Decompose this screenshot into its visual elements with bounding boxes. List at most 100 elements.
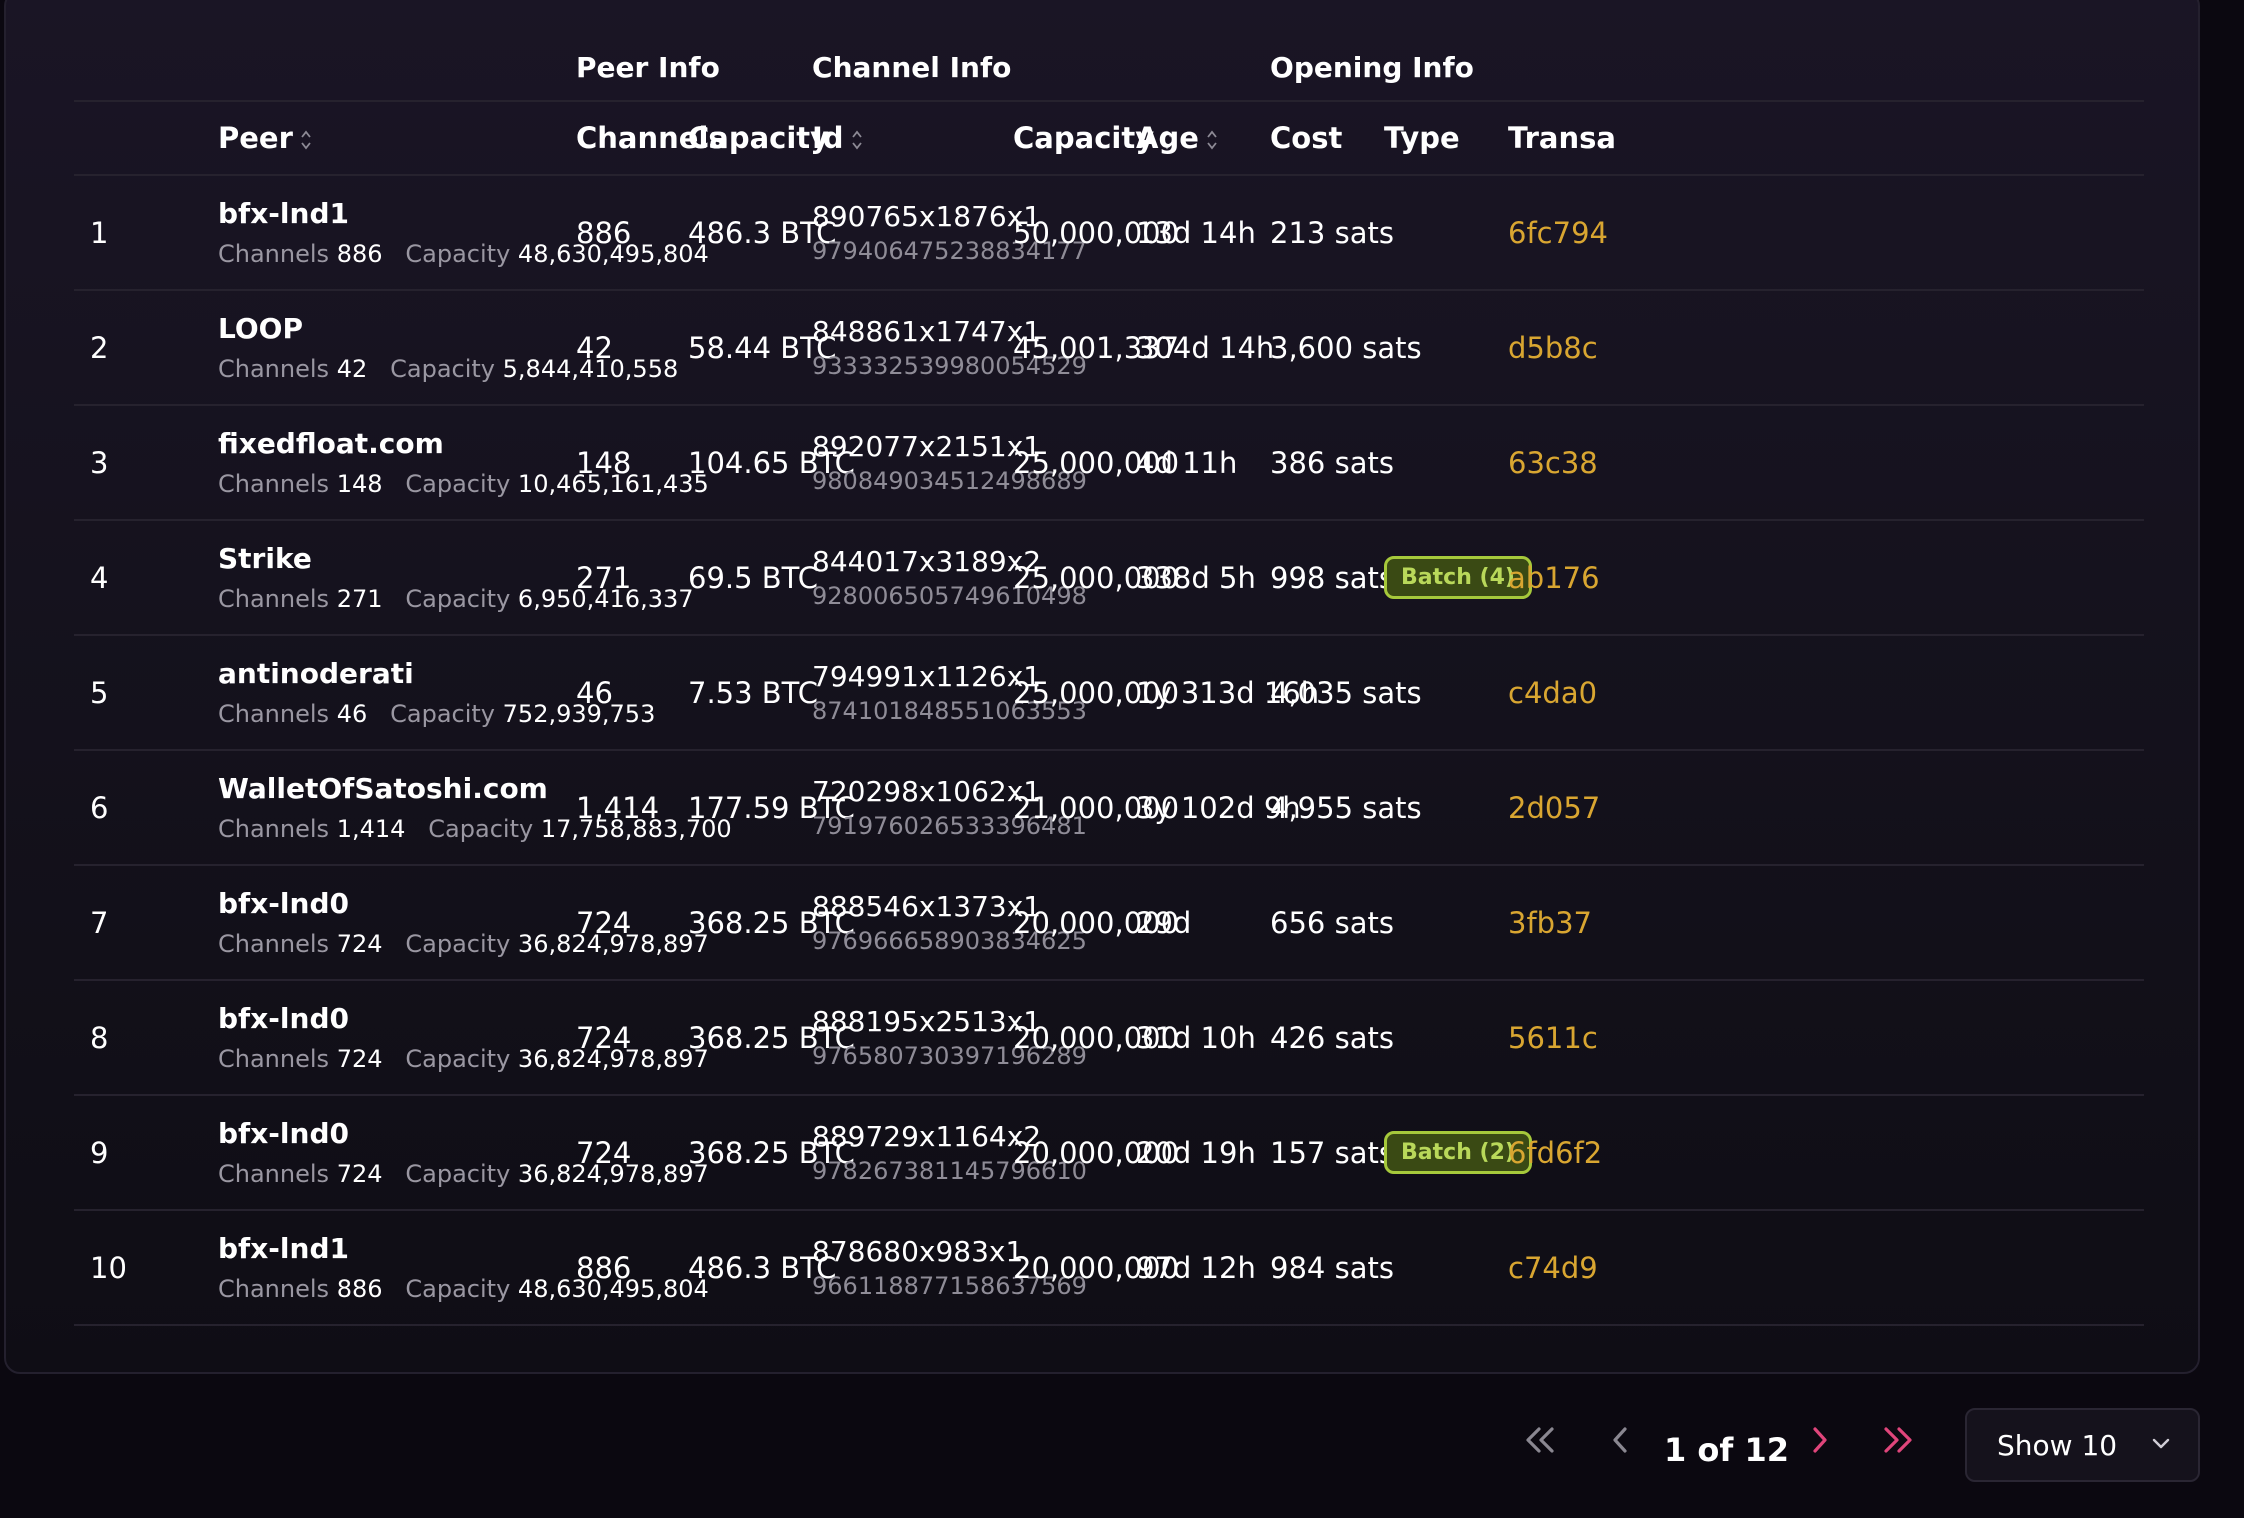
channel-capacity-cell: 20,000,000 [1013,1095,1179,1211]
channel-id-cell[interactable]: 848861x1747x1 933332539980054529 [812,290,1087,406]
peer-cell[interactable]: fixedfloat.com Channels 148 Capacity 10,4… [218,405,709,521]
previous-page-button[interactable] [1590,1400,1650,1480]
channels-table: Peer Info Channel Info Opening Info Peer… [74,0,2144,1326]
peer-cell[interactable]: antinoderati Channels 46 Capacity 752,939… [218,635,655,751]
opening-type-cell: Batch (4) [1384,520,1532,636]
peer-alias[interactable]: bfx-lnd0 [218,1002,576,1035]
channel-id-cell[interactable]: 878680x983x1 966118877158637569 [812,1210,1087,1326]
group-header-opening-info: Opening Info [1270,0,2144,102]
peer-capacity-cell: 69.5 BTC [688,520,818,636]
double-chevron-right-icon [1884,1427,1912,1453]
last-page-button[interactable] [1868,1400,1928,1480]
peer-alias[interactable]: antinoderati [218,657,576,690]
peer-alias[interactable]: WalletOfSatoshi.com [218,772,576,805]
peer-alias[interactable]: bfx-lnd1 [218,1232,576,1265]
peer-cell[interactable]: bfx-lnd0 Channels 724 Capacity 36,824,978… [218,980,709,1096]
peer-alias[interactable]: Strike [218,542,576,575]
transaction-link[interactable]: 63c38 [1508,405,2144,521]
row-number: 1 [74,175,218,291]
col-header-channel-capacity[interactable]: Capacity [1013,101,1172,176]
peer-channels-cell: 724 [576,980,688,1096]
col-header-id[interactable]: Id [812,101,1014,176]
first-page-button[interactable] [1510,1400,1570,1480]
transaction-link[interactable]: d5b8c [1508,290,2144,406]
table-row[interactable]: 2 LOOP Channels 42 Capacity 5,844,410,558 4… [74,290,2144,406]
channel-id-cell[interactable]: 890765x1876x1 979406475238834177 [812,175,1087,291]
channel-id-cell[interactable]: 888546x1373x1 976966658903834625 [812,865,1087,981]
peer-channels-cell: 724 [576,865,688,981]
peer-cell[interactable]: bfx-lnd1 Channels 886 Capacity 48,630,495… [218,175,709,291]
transaction-link[interactable]: c74d9 [1508,1210,2144,1326]
table-row[interactable]: 7 bfx-lnd0 Channels 724 Capacity 36,824,97… [74,865,2144,981]
table-row[interactable]: 10 bfx-lnd1 Channels 886 Capacity 48,630,4… [74,1210,2144,1326]
table-row[interactable]: 4 Strike Channels 271 Capacity 6,950,416,3… [74,520,2144,636]
table-row[interactable]: 8 bfx-lnd0 Channels 724 Capacity 36,824,97… [74,980,2144,1096]
peer-capacity-cell: 177.59 BTC [688,750,855,866]
peer-cell[interactable]: bfx-lnd1 Channels 886 Capacity 48,630,495… [218,1210,709,1326]
peer-cell[interactable]: bfx-lnd0 Channels 724 Capacity 36,824,978… [218,865,709,981]
col-header-id-label: Id [812,121,844,155]
peer-capacity-cell: 7.53 BTC [688,635,818,751]
page-indicator: 1 of 12 [1664,1431,1789,1469]
next-page-button[interactable] [1790,1400,1850,1480]
transaction-link[interactable]: ab176 [1508,520,2144,636]
channel-short-id[interactable]: 888195x2513x1 [812,1005,1041,1038]
channel-long-id: 966118877158637569 [812,1272,1087,1300]
table-row[interactable]: 1 bfx-lnd1 Channels 886 Capacity 48,630,49… [74,175,2144,291]
peer-channels-value: 886 [336,240,383,268]
table-row[interactable]: 5 antinoderati Channels 46 Capacity 752,93… [74,635,2144,751]
peer-channels-cell: 724 [576,1095,688,1211]
channel-id-cell[interactable]: 889729x1164x2 978267381145796610 [812,1095,1087,1211]
channel-capacity-cell: 50,000,000 [1013,175,1179,291]
transaction-link[interactable]: c4da0 [1508,635,2144,751]
peer-cell[interactable]: bfx-lnd0 Channels 724 Capacity 36,824,978… [218,1095,709,1211]
channel-id-cell[interactable]: 844017x3189x2 928006505749610498 [812,520,1087,636]
col-header-peer[interactable]: Peer [218,101,576,176]
channel-short-id[interactable]: 720298x1062x1 [812,775,1041,808]
transaction-link[interactable]: 2d057 [1508,750,2144,866]
peer-alias[interactable]: fixedfloat.com [218,427,576,460]
row-number: 3 [74,405,218,521]
channel-id-cell[interactable]: 720298x1062x1 791976026533396481 [812,750,1087,866]
peer-channels-cell: 42 [576,290,688,406]
channel-short-id[interactable]: 794991x1126x1 [812,660,1041,693]
peer-summary: Channels 148 Capacity 10,465,161,435 [218,470,709,498]
channel-short-id[interactable]: 890765x1876x1 [812,200,1041,233]
table-scroll-area[interactable]: Peer Info Channel Info Opening Info Peer… [74,0,2144,1332]
transaction-link[interactable]: 6fd6f2 [1508,1095,2144,1211]
peer-summary: Channels 271 Capacity 6,950,416,337 [218,585,694,613]
page-size-select[interactable]: Show 10 [1965,1408,2200,1482]
peer-alias[interactable]: bfx-lnd0 [218,1117,576,1150]
transaction-link[interactable]: 5611c [1508,980,2144,1096]
transaction-link[interactable]: 6fc794 [1508,175,2144,291]
col-header-peer-label: Peer [218,121,293,155]
peer-alias[interactable]: LOOP [218,312,576,345]
channel-short-id[interactable]: 844017x3189x2 [812,545,1041,578]
peer-channels-cell: 46 [576,635,688,751]
channel-short-id[interactable]: 889729x1164x2 [812,1120,1041,1153]
peer-summary: Channels 724 Capacity 36,824,978,897 [218,1160,709,1188]
peer-cell[interactable]: Strike Channels 271 Capacity 6,950,416,33… [218,520,694,636]
peer-alias[interactable]: bfx-lnd1 [218,197,576,230]
channel-short-id[interactable]: 888546x1373x1 [812,890,1041,923]
peer-alias[interactable]: bfx-lnd0 [218,887,576,920]
channel-short-id[interactable]: 892077x2151x1 [812,430,1041,463]
col-header-age[interactable]: Age [1136,101,1271,176]
peer-summary: Channels 886 Capacity 48,630,495,804 [218,1275,709,1303]
peer-capacity-label: Capacity [405,240,511,268]
channel-id-cell[interactable]: 892077x2151x1 980849034512498689 [812,405,1087,521]
channel-short-id[interactable]: 848861x1747x1 [812,315,1041,348]
transaction-link[interactable]: 3fb37 [1508,865,2144,981]
peer-cell[interactable]: LOOP Channels 42 Capacity 5,844,410,558 [218,290,678,406]
table-row[interactable]: 3 fixedfloat.com Channels 148 Capacity 10,… [74,405,2144,521]
channel-id-cell[interactable]: 794991x1126x1 874101848551063553 [812,635,1087,751]
peer-channels-value: 724 [336,1045,383,1073]
table-row[interactable]: 9 bfx-lnd0 Channels 724 Capacity 36,824,97… [74,1095,2144,1211]
channel-id-cell[interactable]: 888195x2513x1 976580730397196289 [812,980,1087,1096]
channel-short-id[interactable]: 878680x983x1 [812,1235,1023,1268]
peer-channels-label: Channels [218,1045,330,1073]
channel-capacity-cell: 20,000,000 [1013,865,1179,981]
row-number: 8 [74,980,218,1096]
peer-cell[interactable]: WalletOfSatoshi.com Channels 1,414 Capaci… [218,750,732,866]
table-row[interactable]: 6 WalletOfSatoshi.com Channels 1,414 Capac… [74,750,2144,866]
